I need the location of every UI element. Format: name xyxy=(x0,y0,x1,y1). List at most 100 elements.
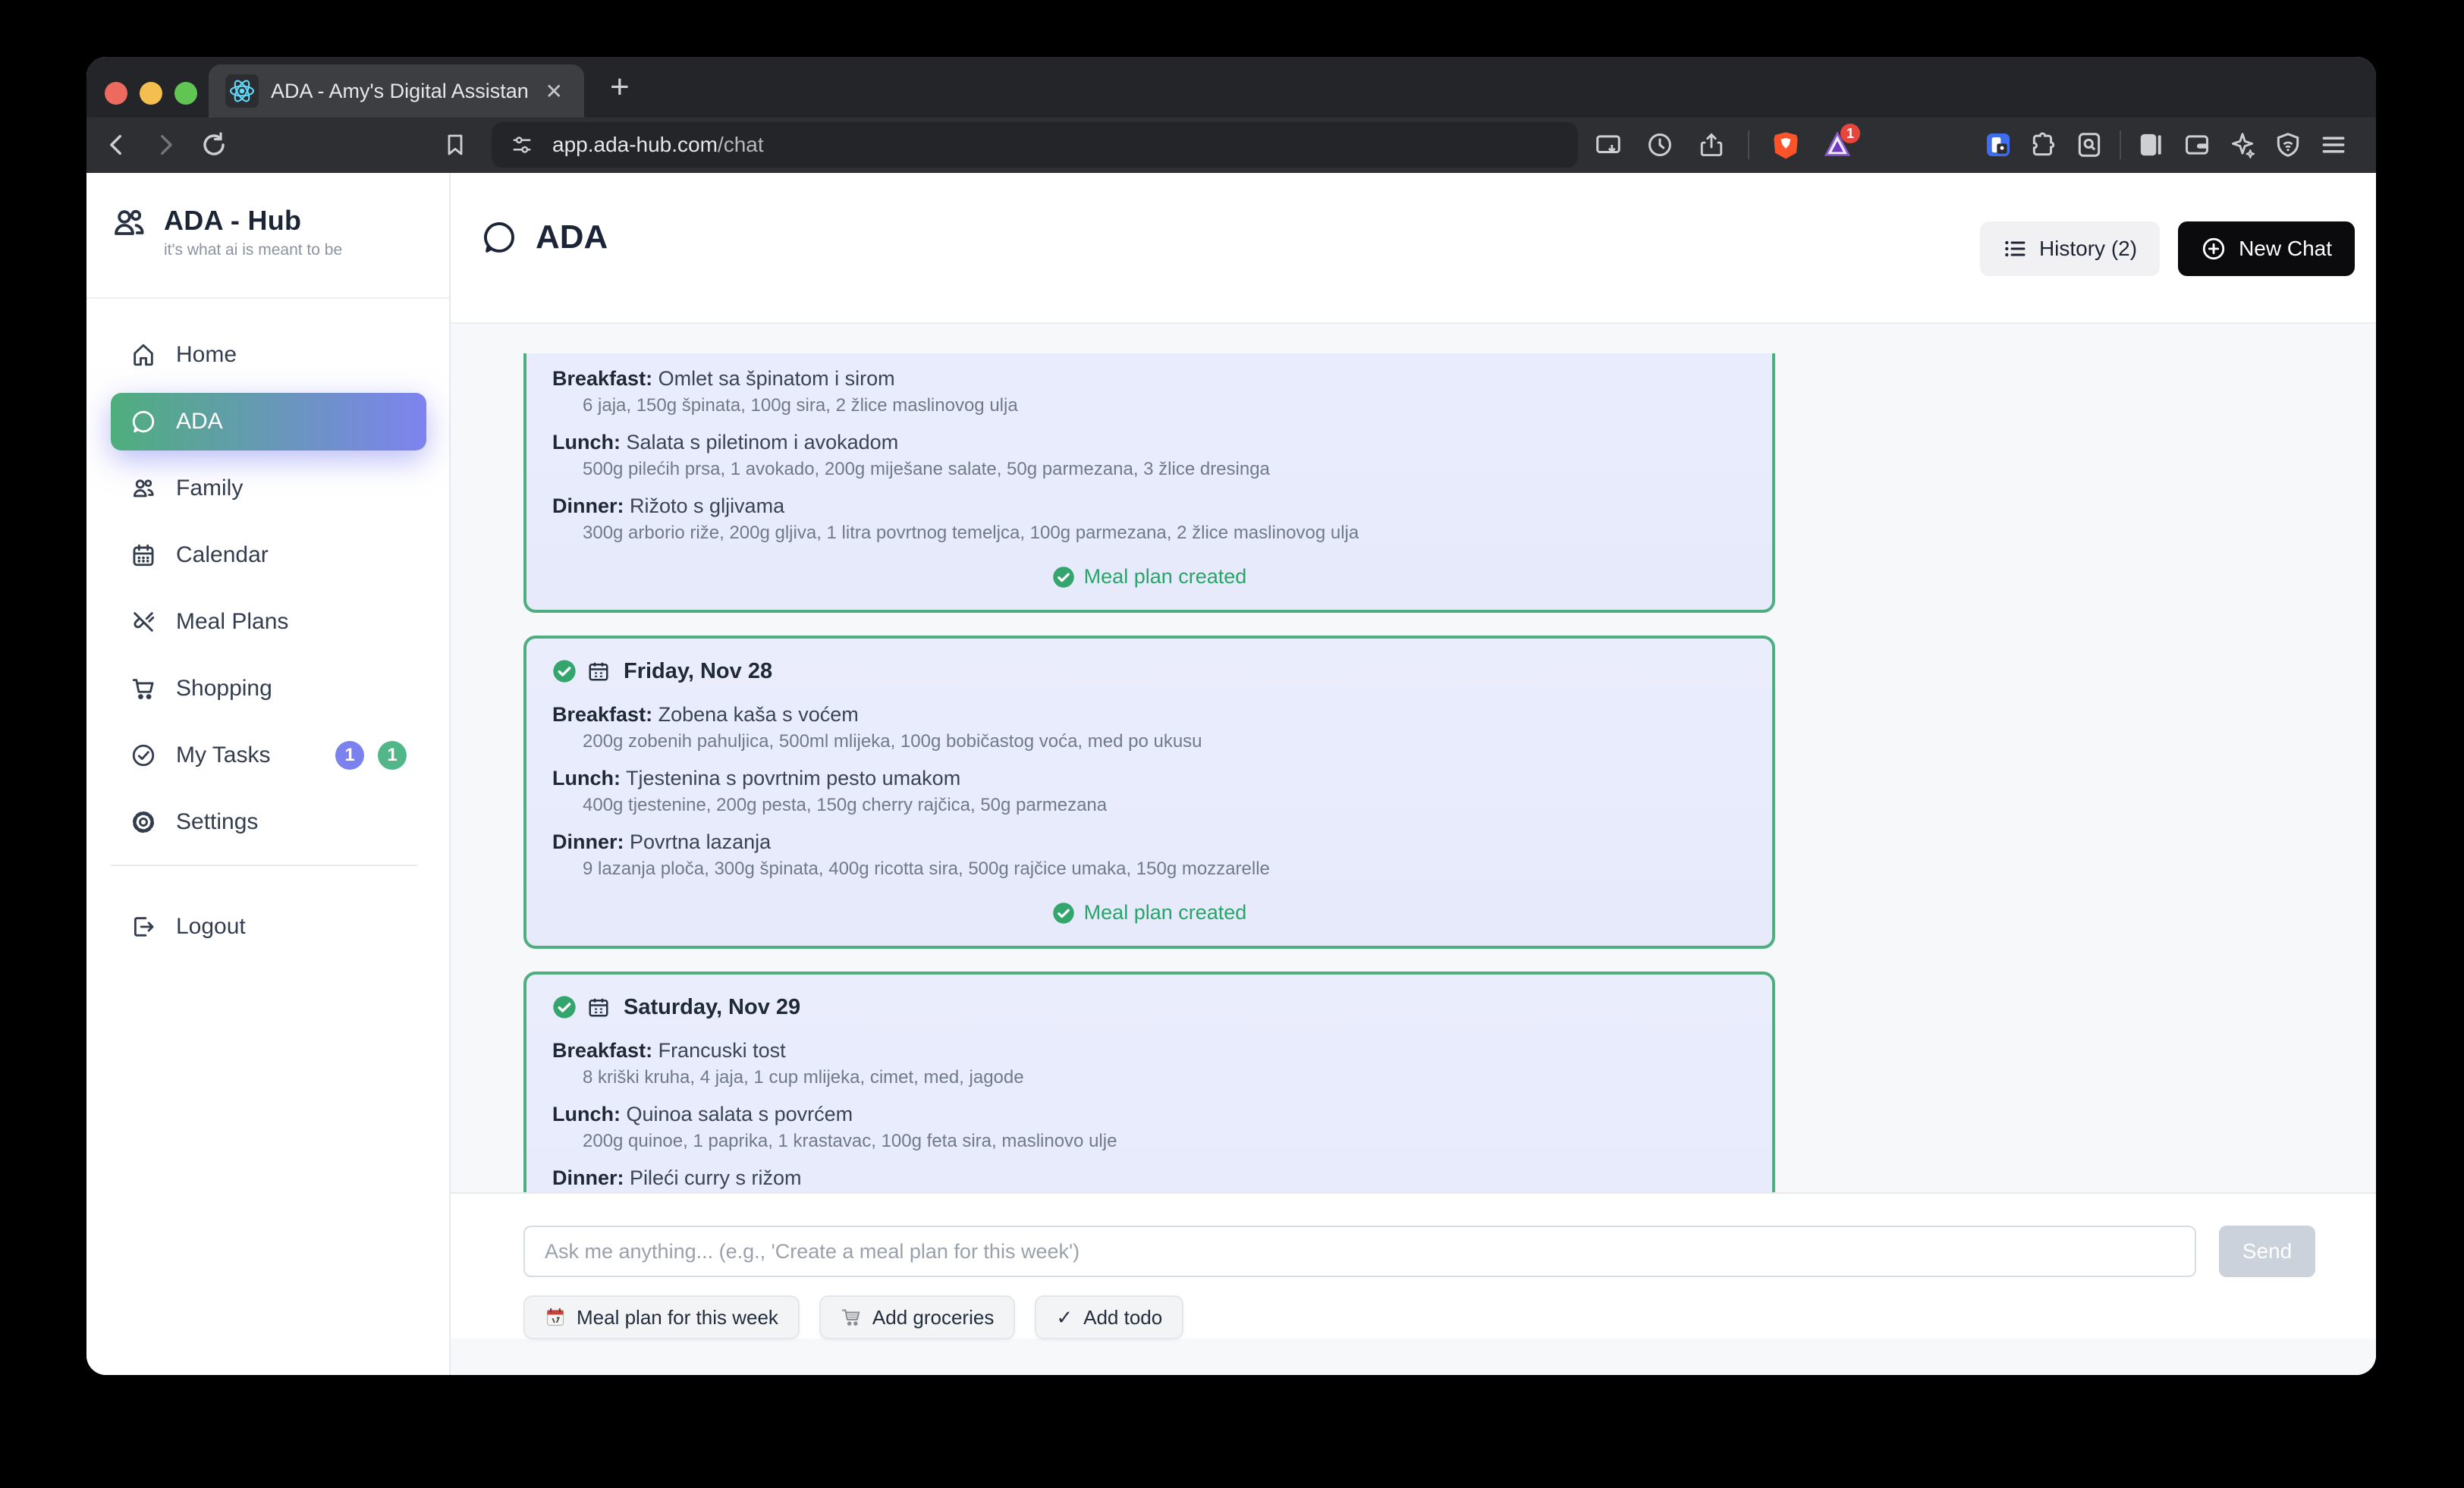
browser-tab[interactable]: ADA - Amy's Digital Assistant ✕ xyxy=(209,64,584,118)
meal-ingredients: 200g quinoe, 1 paprika, 1 krastavac, 100… xyxy=(552,1129,1746,1154)
brave-shield-icon[interactable] xyxy=(1771,130,1801,160)
meal-plan-card: Breakfast: Omlet sa špinatom i sirom 6 j… xyxy=(523,353,1775,613)
meal-label: Breakfast: xyxy=(552,1039,652,1062)
calendar-emoji-icon xyxy=(545,1307,566,1328)
url-text[interactable]: app.ada-hub.com/chat xyxy=(552,133,764,157)
minimize-window-button[interactable] xyxy=(140,82,162,105)
meal-ingredients: 500g pilećih prsa, 1 avokado, 200g miješ… xyxy=(552,457,1746,482)
meal-plan-cards: Breakfast: Omlet sa špinatom i sirom 6 j… xyxy=(523,353,1775,1192)
meal-ingredients: 300g arborio riže, 200g gljiva, 1 litra … xyxy=(552,521,1746,545)
check-icon: ✓ xyxy=(1056,1306,1073,1329)
close-window-button[interactable] xyxy=(105,82,127,105)
browser-window: ADA - Amy's Digital Assistant ✕ + app.ad… xyxy=(86,57,2376,1375)
shopping-cart-icon xyxy=(130,676,156,702)
sidebar-item-meal-plans[interactable]: Meal Plans xyxy=(111,593,426,651)
tab-close-icon[interactable]: ✕ xyxy=(541,79,567,104)
meal-label: Dinner: xyxy=(552,830,624,853)
wallet-icon[interactable] xyxy=(2182,130,2212,160)
sidebar-item-label: Home xyxy=(176,342,237,368)
vpn-shield-icon[interactable] xyxy=(2273,130,2303,160)
sidebar-divider xyxy=(111,865,417,866)
meal-label: Lunch: xyxy=(552,767,621,790)
meal-line: Lunch: Salata s piletinom i avokadom xyxy=(552,429,1746,456)
url-bar[interactable]: app.ada-hub.com/chat xyxy=(492,122,1578,168)
meal-plan-date: Saturday, Nov 29 xyxy=(624,995,800,1020)
meal-plan-card: Friday, Nov 28 Breakfast: Zobena kaša s … xyxy=(523,636,1775,949)
quick-action-add-todo[interactable]: ✓ Add todo xyxy=(1035,1295,1183,1339)
task-badges: 1 1 xyxy=(335,741,407,770)
meal-name: Tjestenina s povrtnim pesto umakom xyxy=(626,767,960,790)
history-clock-icon[interactable] xyxy=(1645,130,1675,160)
meal-ingredients: 6 jaja, 150g špinata, 100g sira, 2 žlice… xyxy=(552,394,1746,418)
send-button[interactable]: Send xyxy=(2219,1226,2315,1277)
sidebar-item-label: Shopping xyxy=(176,676,272,702)
meal-name: Zobena kaša s voćem xyxy=(658,703,859,726)
meal-name: Pileći curry s rižom xyxy=(630,1166,802,1189)
quick-action-meal-plan[interactable]: Meal plan for this week xyxy=(523,1295,800,1339)
users-icon xyxy=(130,476,156,501)
meal-label: Breakfast: xyxy=(552,703,652,726)
meal-plan-status: Meal plan created xyxy=(552,565,1746,589)
new-chat-button[interactable]: New Chat xyxy=(2178,221,2355,276)
meal-entry: Lunch: Tjestenina s povrtnim pesto umako… xyxy=(552,764,1746,818)
calendar-icon xyxy=(587,660,610,683)
cart-emoji-icon xyxy=(841,1307,862,1328)
forward-icon[interactable] xyxy=(150,130,181,160)
extensions-icon[interactable] xyxy=(2029,130,2059,160)
reload-icon[interactable] xyxy=(199,130,229,160)
home-icon xyxy=(130,342,156,368)
sidebar-item-label: Family xyxy=(176,476,243,501)
meal-plan-status: Meal plan created xyxy=(552,901,1746,925)
browser-tabstrip: ADA - Amy's Digital Assistant ✕ + xyxy=(86,57,2376,118)
meal-plan-status-text: Meal plan created xyxy=(1084,901,1247,925)
quick-actions: Meal plan for this week Add groceries ✓ … xyxy=(523,1295,1183,1339)
site-settings-icon[interactable] xyxy=(507,130,537,160)
calendar-icon xyxy=(587,996,610,1019)
meal-name: Rižoto s gljivama xyxy=(630,494,784,517)
sidebar-item-label: My Tasks xyxy=(176,742,270,768)
sidebar-item-ada[interactable]: ADA xyxy=(111,393,426,450)
meal-line: Lunch: Tjestenina s povrtnim pesto umako… xyxy=(552,764,1746,792)
meal-line: Dinner: Rižoto s gljivama xyxy=(552,492,1746,520)
history-button[interactable]: History (2) xyxy=(1980,221,2160,276)
sidebar-item-label: ADA xyxy=(176,409,223,435)
new-tab-button[interactable]: + xyxy=(610,71,630,104)
back-icon[interactable] xyxy=(102,130,132,160)
share-icon[interactable] xyxy=(1696,130,1727,160)
sidebar-item-my-tasks[interactable]: My Tasks 1 1 xyxy=(111,727,426,784)
reading-mode-icon[interactable] xyxy=(1593,130,1623,160)
meal-line: Lunch: Quinoa salata s povrćem xyxy=(552,1100,1746,1128)
react-favicon xyxy=(225,74,259,108)
sidebar-toggle-icon[interactable] xyxy=(2136,130,2167,160)
sidebar-item-shopping[interactable]: Shopping xyxy=(111,660,426,717)
password-manager-icon[interactable] xyxy=(1983,130,2013,160)
chat-bubble-icon xyxy=(130,409,156,435)
leo-ai-icon[interactable] xyxy=(2227,130,2258,160)
meal-plan-card-header: Friday, Nov 28 xyxy=(552,657,1746,686)
sidebar-item-home[interactable]: Home xyxy=(111,326,426,384)
meal-entry: Lunch: Salata s piletinom i avokadom 500… xyxy=(552,429,1746,482)
chat-input[interactable] xyxy=(523,1226,2196,1277)
menu-icon[interactable] xyxy=(2318,130,2349,160)
zoom-window-button[interactable] xyxy=(174,82,197,105)
sidebar-item-label: Calendar xyxy=(176,542,269,568)
logout-button[interactable]: Logout xyxy=(111,898,426,956)
meal-line: Breakfast: Omlet sa špinatom i sirom xyxy=(552,365,1746,392)
meal-ingredients: 200g zobenih pahuljica, 500ml mlijeka, 1… xyxy=(552,730,1746,754)
meal-line: Dinner: Pileći curry s rižom xyxy=(552,1164,1746,1191)
meal-label: Lunch: xyxy=(552,431,621,454)
list-icon xyxy=(2003,237,2027,261)
quick-action-add-groceries[interactable]: Add groceries xyxy=(819,1295,1015,1339)
meal-entry: Breakfast: Zobena kaša s voćem 200g zobe… xyxy=(552,701,1746,754)
sidebar-item-settings[interactable]: Settings xyxy=(111,793,426,851)
meal-entry: Breakfast: Omlet sa špinatom i sirom 6 j… xyxy=(552,365,1746,418)
sidebar-item-calendar[interactable]: Calendar xyxy=(111,526,426,584)
sidebar-item-family[interactable]: Family xyxy=(111,460,426,517)
sidebar-footer: Logout xyxy=(111,898,426,956)
search-tabs-icon[interactable] xyxy=(2074,130,2104,160)
meal-name: Salata s piletinom i avokadom xyxy=(627,431,899,454)
extension-triangle-icon[interactable]: 1 xyxy=(1822,130,1853,160)
check-circle-icon xyxy=(552,995,577,1019)
chat-message-list[interactable]: Breakfast: Omlet sa špinatom i sirom 6 j… xyxy=(451,353,2376,1192)
bookmark-icon[interactable] xyxy=(440,130,470,160)
